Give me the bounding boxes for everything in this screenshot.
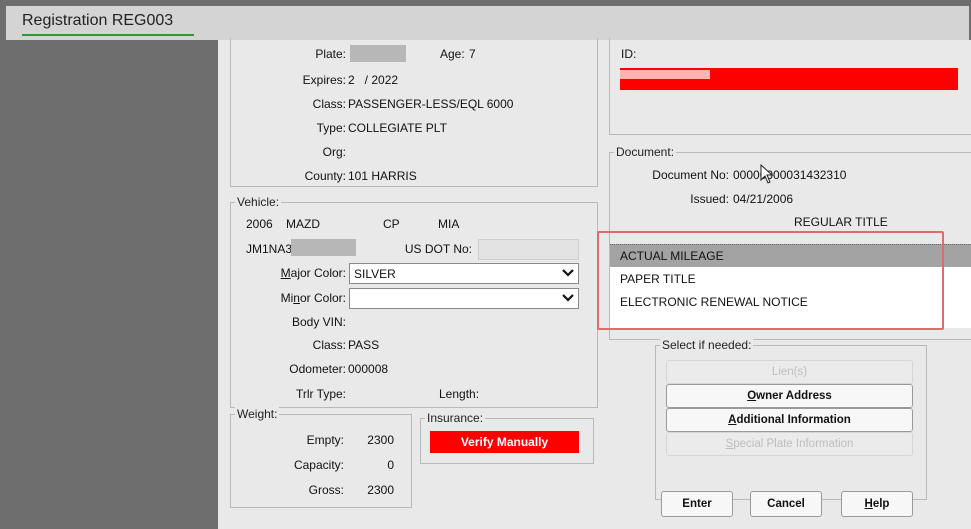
vin-redacted [291,239,356,256]
document-no-label: Document No: [652,168,729,182]
odometer-value: 000008 [348,362,389,376]
vehicle-make: MAZD [286,217,320,231]
issued-label: Issued: [690,192,729,206]
title-type: REGULAR TITLE [794,215,888,229]
enter-button[interactable]: Enter [661,491,733,517]
usdot-field[interactable] [478,239,579,260]
owner-address-button[interactable]: Owner Address [666,384,913,408]
age-value: 7 [469,47,476,61]
additional-information-button[interactable]: Additional Information [666,408,913,432]
major-color-select[interactable]: SILVER [349,263,579,284]
age-label: Age: [440,47,465,61]
major-color-value: SILVER [354,267,396,281]
empty-value: 2300 [367,433,394,447]
org-label: Org: [322,145,346,159]
chevron-down-icon [562,269,574,277]
highlight-box [597,231,944,330]
id-label: ID: [621,47,637,61]
chevron-down-icon [562,294,574,302]
window-title: Registration REG003 [22,12,174,29]
insurance-status-badge[interactable]: Verify Manually [430,431,579,453]
length-label: Length: [439,387,480,401]
weight-group-label: Weight: [235,407,280,421]
expires-value: 2 / 2022 [348,73,399,87]
vehicle-body: CP [383,217,400,231]
trlr-type-label: Trlr Type: [295,387,346,401]
vehicle-class-label: Class: [312,338,346,352]
expires-label: Expires: [302,73,346,87]
document-group-label: Document: [614,145,677,159]
vehicle-group-label: Vehicle: [235,195,282,209]
issued-value: 04/21/2006 [733,192,794,206]
county-value: 101 HARRIS [348,169,417,183]
vehicle-class-value: PASS [348,338,380,352]
type-value: COLLEGIATE PLT [348,121,447,135]
minor-color-label: Minor Color: [280,291,346,305]
document-no-value: 00000000031432310 [733,168,847,182]
major-color-label: Major Color: [280,266,346,280]
vehicle-code: MIA [438,217,460,231]
left-pane [6,40,218,529]
gross-value: 2300 [367,483,394,497]
plate-value-redacted [350,45,406,62]
county-label: County: [304,169,346,183]
body-vin-label: Body VIN: [291,315,346,329]
plate-class-label: Class: [312,97,346,111]
capacity-value: 0 [387,458,394,472]
gross-label: Gross: [308,483,344,497]
title-underline [22,34,194,36]
plate-label: Plate: [315,47,346,61]
mouse-pointer-icon [760,164,774,184]
select-if-needed-label: Select if needed: [660,338,754,352]
help-button[interactable]: Help [841,491,913,517]
usdot-label: US DOT No: [404,242,472,256]
minor-color-select[interactable] [349,288,579,309]
odometer-label: Odometer: [289,362,346,376]
empty-label: Empty: [306,433,344,447]
capacity-label: Capacity: [293,458,344,472]
cancel-button[interactable]: Cancel [750,491,822,517]
liens-button[interactable]: Lien(s) [666,360,913,384]
id-redaction-highlight [620,70,710,79]
type-label: Type: [316,121,346,135]
plate-class-value: PASSENGER-LESS/EQL 6000 [348,97,514,111]
special-plate-information-button[interactable]: Special Plate Information [666,432,913,456]
vehicle-year: 2006 [246,217,273,231]
insurance-group-label: Insurance: [425,411,486,425]
registration-form: Plate: Age: 7 Expires: 2 / 2022 Class: P… [218,38,971,529]
